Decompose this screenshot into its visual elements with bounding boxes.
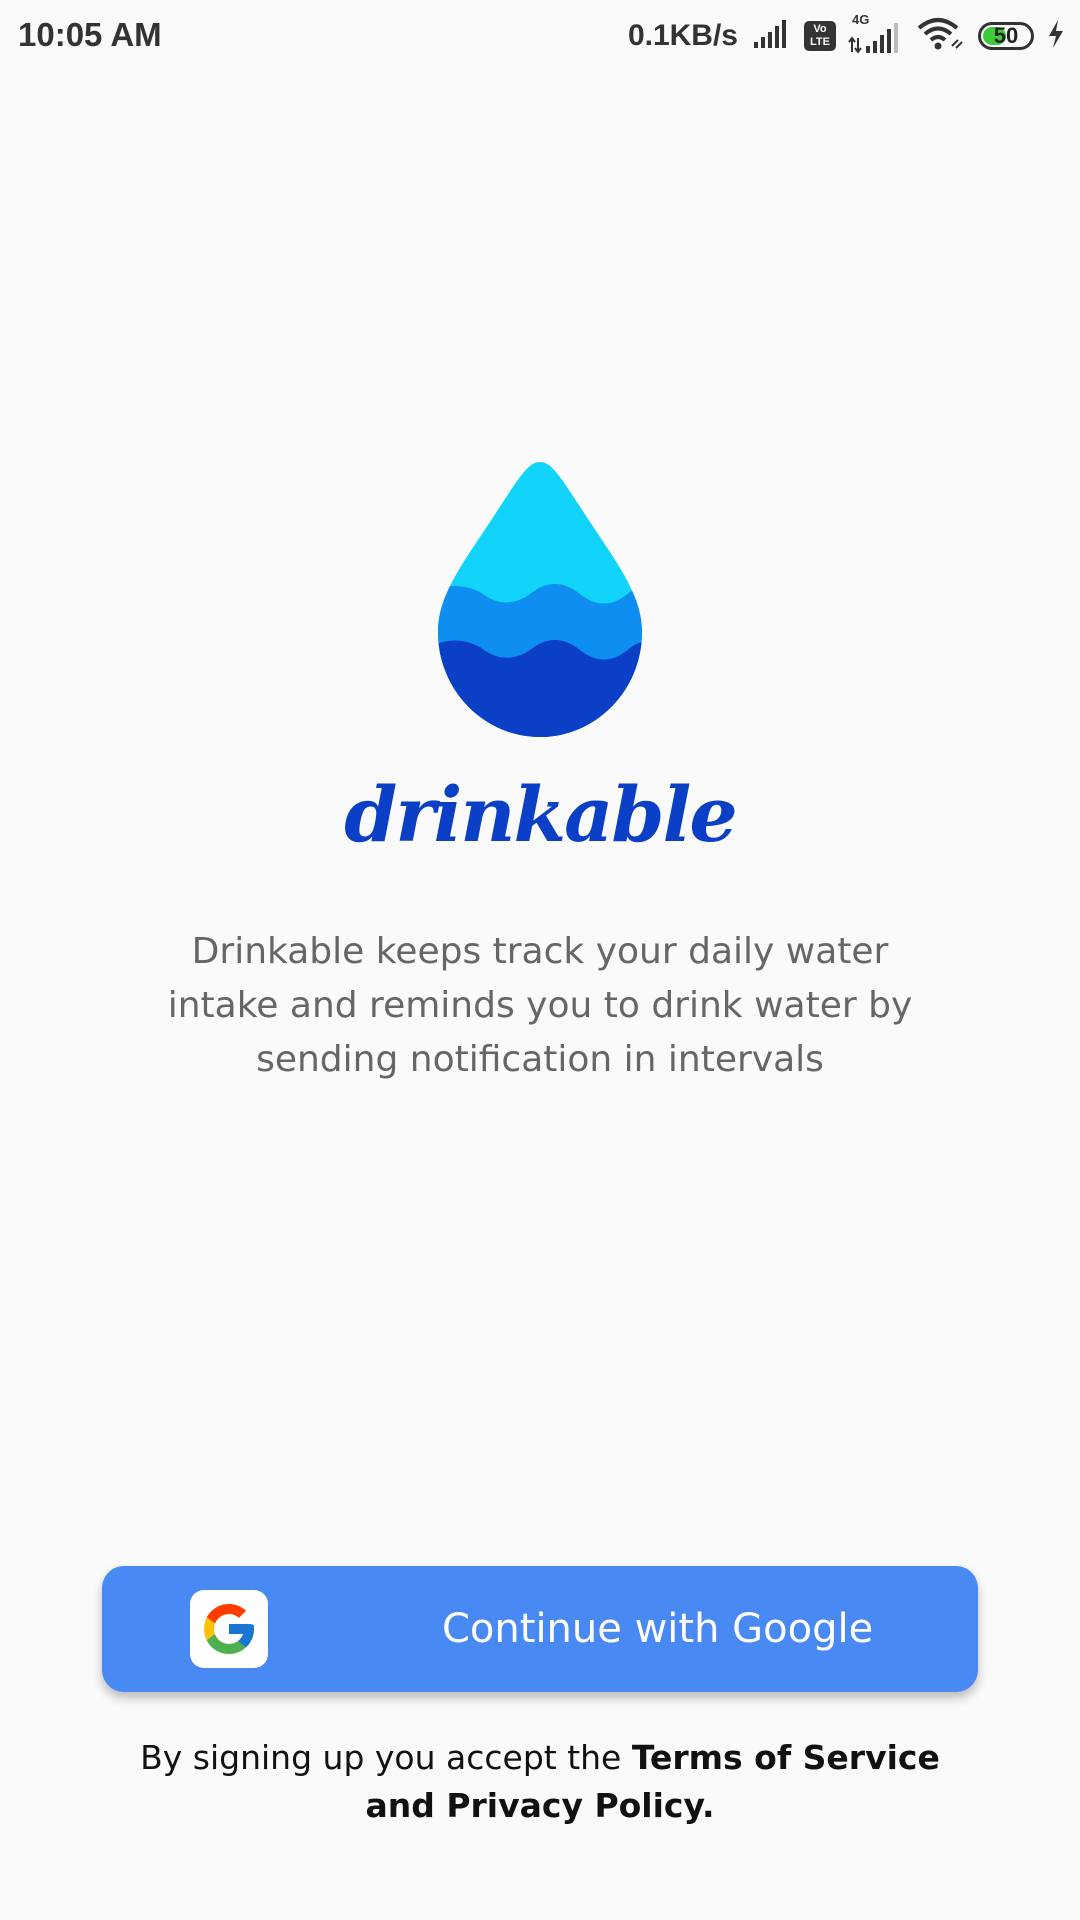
wifi-icon	[916, 16, 966, 57]
status-time: 10:05 AM	[18, 16, 162, 53]
google-button-label: Continue with Google	[442, 1606, 874, 1652]
charging-icon	[1046, 18, 1066, 55]
signal-icon	[752, 18, 792, 55]
terms-of-service-link[interactable]: Terms of Service	[632, 1738, 940, 1777]
app-name: drinkable	[344, 770, 738, 859]
status-bar: 10:05 AM 0.1KB/s Vo LTE 4G 50	[0, 0, 1080, 72]
network-speed: 0.1KB/s	[627, 19, 738, 52]
legal-prefix: By signing up you accept the	[140, 1738, 632, 1777]
volte-icon: Vo LTE	[804, 21, 836, 51]
signal-4g-icon: 4G	[848, 12, 904, 56]
water-drop-logo	[430, 462, 650, 737]
continue-with-google-button[interactable]: Continue with Google	[102, 1566, 978, 1692]
privacy-policy-link[interactable]: and Privacy Policy.	[365, 1786, 714, 1825]
legal-text: By signing up you accept the Terms of Se…	[100, 1734, 980, 1830]
battery-icon: 50	[978, 22, 1034, 50]
status-icons: 0.1KB/s Vo LTE 4G 50	[627, 12, 1066, 58]
google-icon	[190, 1590, 268, 1668]
app-description: Drinkable keeps track your daily water i…	[167, 931, 913, 1080]
